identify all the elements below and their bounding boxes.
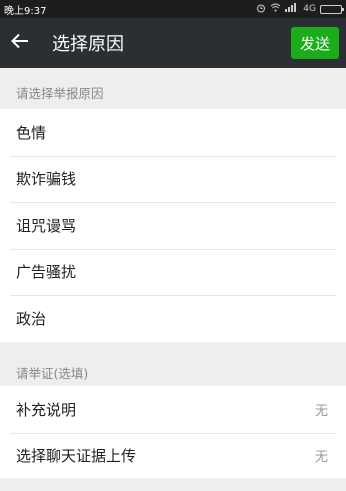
- back-arrow-icon: [11, 33, 29, 53]
- send-button[interactable]: 发送: [291, 27, 339, 59]
- reason-label: 政治: [16, 309, 47, 328]
- evidence-label: 补充说明: [16, 400, 77, 419]
- reason-label: 诅咒谩骂: [16, 216, 77, 235]
- reason-label: 欺诈骗钱: [16, 170, 77, 189]
- signal-icon: [285, 3, 299, 15]
- alarm-icon: [256, 3, 266, 16]
- reason-item[interactable]: 欺诈骗钱: [0, 155, 346, 203]
- reason-item[interactable]: 政治: [0, 295, 346, 342]
- page-title: 选择原因: [52, 34, 124, 55]
- evidence-list: 补充说明 无 选择聊天证据上传 无: [0, 386, 346, 479]
- evidence-label: 选择聊天证据上传: [16, 447, 137, 466]
- status-bar: 晚上9:37 4G: [0, 0, 346, 18]
- network-type: 4G: [303, 4, 316, 14]
- reason-label: 色情: [16, 123, 47, 142]
- reason-section-header: 请选择举报原因: [16, 85, 104, 101]
- evidence-value: 无: [314, 403, 328, 419]
- supplement-description-item[interactable]: 补充说明 无: [0, 386, 346, 433]
- top-bar: 选择原因 发送: [0, 18, 346, 68]
- status-time: 晚上9:37: [4, 5, 47, 17]
- upload-chat-evidence-item[interactable]: 选择聊天证据上传 无: [0, 432, 346, 480]
- evidence-value: 无: [314, 450, 328, 466]
- reason-label: 广告骚扰: [16, 263, 77, 282]
- bottom-spacer: [0, 478, 346, 491]
- back-button[interactable]: [0, 18, 40, 68]
- wifi-icon: [270, 3, 281, 15]
- reason-item[interactable]: 色情: [0, 109, 346, 156]
- reason-item[interactable]: 广告骚扰: [0, 248, 346, 296]
- reason-list: 色情 欺诈骗钱 诅咒谩骂 广告骚扰 政治: [0, 109, 346, 342]
- battery-icon: [320, 4, 344, 14]
- reason-item[interactable]: 诅咒谩骂: [0, 202, 346, 249]
- status-icons: 4G: [256, 3, 344, 16]
